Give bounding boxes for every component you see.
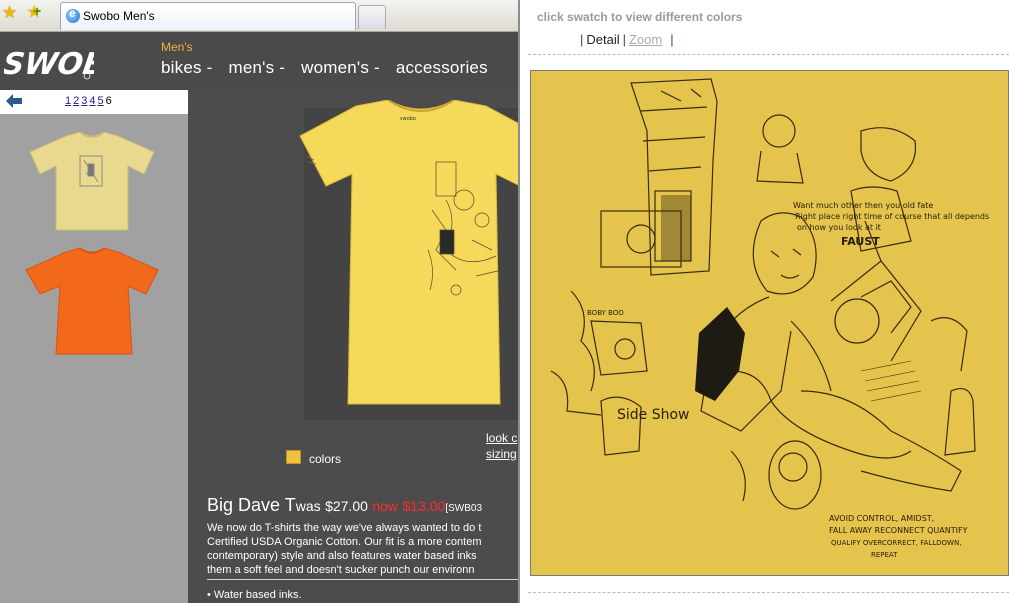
browser-tab[interactable]: Swobo Men's — [60, 2, 356, 30]
detail-link[interactable]: Detail — [586, 32, 619, 47]
art-caption: FALL AWAY RECONNECT QUANTIFY — [829, 526, 968, 535]
page-link-1[interactable]: 1 — [65, 95, 71, 107]
look-closer-link[interactable]: look c — [486, 430, 517, 446]
art-caption: BOBY BOO — [587, 309, 624, 317]
product-title: Big Dave Twas $27.00 now $13.00[SWB03 — [207, 495, 482, 516]
art-caption: Right place right time of course that al… — [795, 212, 989, 221]
main-nav: bikes - men's - women's - accessories — [161, 58, 504, 78]
color-swatch[interactable] — [286, 450, 301, 464]
dashed-divider — [528, 54, 1009, 55]
description-line: Certified USDA Organic Cotton. Our fit i… — [207, 536, 482, 548]
site-header: SWOBO Men's bikes - men's - women's - acces… — [0, 32, 518, 90]
colors-label: colors — [309, 452, 342, 466]
svg-text:swobo: swobo — [400, 116, 416, 122]
sizing-link[interactable]: sizing — [486, 446, 517, 462]
art-caption: FAUST — [841, 235, 880, 248]
page-link-5[interactable]: 5 — [98, 95, 104, 107]
thumbnail-sidebar: 123456 — [0, 90, 188, 603]
favorites-star-icon[interactable]: ★ — [2, 4, 20, 22]
product-main: swobo look c sizing colors Big Dave Twas… — [188, 90, 546, 603]
art-caption: REPEAT — [871, 551, 898, 559]
swatch-hint: click swatch to view different colors — [537, 10, 743, 24]
breadcrumb[interactable]: Men's — [161, 40, 193, 54]
view-toggle: | Detail | Zoom | — [580, 32, 674, 47]
back-arrow-icon[interactable] — [6, 94, 22, 108]
now-price: $13.00 — [402, 498, 446, 514]
art-caption: on how you look at it — [797, 223, 881, 232]
art-caption: QUALIFY OVERCORRECT, FALLDOWN, — [831, 539, 961, 547]
nav-mens[interactable]: men's - — [228, 58, 285, 77]
description-line: them a soft feel and doesn't sucker punc… — [207, 564, 475, 576]
product-description: We now do T-shirts the way we've always … — [207, 521, 518, 577]
was-label: was — [295, 498, 321, 514]
page-current: 6 — [105, 95, 112, 107]
page-link-3[interactable]: 3 — [81, 95, 87, 107]
pager: 123456 — [0, 90, 188, 114]
product-sku: [SWB03 — [445, 503, 483, 514]
page-link-4[interactable]: 4 — [89, 95, 95, 107]
swobo-logo[interactable]: SWOBO — [4, 42, 94, 84]
zoom-link[interactable]: Zoom — [629, 32, 662, 47]
browser-toolbar: ★ ★ Swobo Men's — [0, 0, 518, 32]
art-caption: Side Show — [617, 407, 690, 423]
tee-artwork: Want much other then you old fate Right … — [531, 71, 1008, 575]
detail-image[interactable]: Want much other then you old fate Right … — [530, 70, 1009, 576]
ie-page-icon — [66, 6, 80, 23]
page-link-2[interactable]: 2 — [73, 95, 79, 107]
orange-tee-thumbnail[interactable] — [24, 246, 160, 360]
yellow-tee-thumbnail[interactable] — [28, 130, 156, 236]
nav-bikes[interactable]: bikes - — [161, 58, 212, 77]
nav-womens[interactable]: women's - — [301, 58, 380, 77]
add-favorite-icon[interactable]: ★ — [27, 2, 45, 22]
description-line: We now do T-shirts the way we've always … — [207, 522, 482, 534]
divider-rule — [207, 579, 518, 580]
page-links: 123456 — [65, 95, 112, 107]
svg-text:SWOBO: SWOBO — [4, 47, 94, 82]
nav-accessories[interactable]: accessories — [396, 58, 488, 77]
detail-panel: click swatch to view different colors | D… — [520, 0, 1009, 603]
product-links: look c sizing — [486, 430, 517, 462]
product-name: Big Dave T — [207, 495, 296, 515]
screen: ★ ★ Swobo Men's SWOBO Men's bikes - men's… — [0, 0, 1009, 603]
art-caption: AVOID CONTROL, AMIDST, — [829, 514, 934, 523]
new-tab-button[interactable] — [358, 5, 386, 29]
was-price: $27.00 — [325, 498, 368, 514]
description-line: contemporary) style and also features wa… — [207, 550, 477, 562]
product-image[interactable]: swobo — [296, 100, 546, 420]
tab-title: Swobo Men's — [83, 9, 155, 23]
dashed-divider — [528, 592, 1009, 593]
art-caption: Want much other then you old fate — [793, 201, 933, 210]
feature-bullet: • Water based inks. — [207, 589, 302, 601]
now-label: now — [372, 498, 399, 514]
